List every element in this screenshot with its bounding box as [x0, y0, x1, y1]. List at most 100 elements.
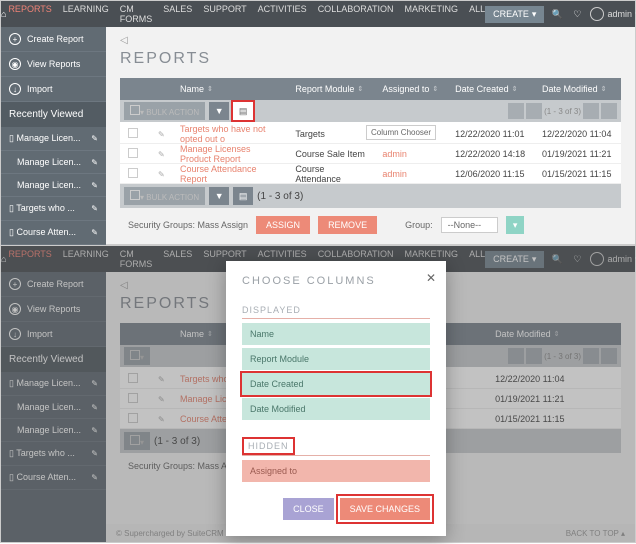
- close-icon[interactable]: ✕: [426, 271, 436, 285]
- column-item[interactable]: Date Modified: [242, 398, 430, 420]
- pencil-icon[interactable]: ✎: [91, 158, 98, 167]
- table-header: Name⇕ Report Module⇕ Assigned to⇕ Date C…: [120, 78, 621, 100]
- nav-cmforms[interactable]: CM FORMS: [120, 4, 153, 24]
- user-link[interactable]: admin: [382, 169, 407, 179]
- user-link[interactable]: admin: [382, 149, 407, 159]
- column-chooser-button[interactable]: ▤: [233, 102, 253, 120]
- column-chooser-button[interactable]: ▤: [233, 187, 253, 205]
- nav-sales[interactable]: SALES: [163, 4, 192, 24]
- bulk-action[interactable]: ▾ BULK ACTION: [124, 102, 205, 120]
- displayed-section-label: DISPLAYED: [242, 305, 430, 319]
- nav-activities[interactable]: ACTIVITIES: [258, 4, 307, 24]
- col-report-module[interactable]: Report Module⇕: [287, 84, 374, 94]
- sidebar-view-reports[interactable]: ◉View Reports: [1, 52, 106, 77]
- assign-button[interactable]: ASSIGN: [256, 216, 310, 234]
- nav-marketing[interactable]: MARKETING: [405, 4, 459, 24]
- row-checkbox[interactable]: [128, 168, 138, 178]
- main-content: ◁ REPORTS Name⇕ Report Module⇕ Assigned …: [106, 27, 635, 244]
- page-title: REPORTS: [120, 50, 621, 68]
- page-prev[interactable]: [526, 103, 542, 119]
- table-row: ✎ Course Attendance Report Course Attend…: [120, 164, 621, 184]
- user-menu[interactable]: admin▾: [590, 7, 636, 21]
- reports-table: Name⇕ Report Module⇕ Assigned to⇕ Date C…: [120, 78, 621, 208]
- pager: (1 - 3 of 3): [508, 103, 617, 119]
- row-checkbox[interactable]: [128, 148, 138, 158]
- recent-item[interactable]: ▯ Targets who ...✎: [1, 197, 106, 221]
- recent-item[interactable]: ▯ Manage Licen...✎: [1, 127, 106, 151]
- cell-dm: 01/15/2021 11:15: [534, 169, 621, 179]
- download-icon: ↓: [9, 83, 21, 95]
- column-chooser-tooltip: Column Chooser: [366, 125, 436, 140]
- nav-collaboration[interactable]: COLLABORATION: [318, 4, 394, 24]
- top-nav: REPORTS LEARNING CM FORMS SALES SUPPORT …: [6, 4, 485, 24]
- row-checkbox[interactable]: [128, 128, 138, 138]
- table-toolbar: ▾ BULK ACTION ▼ ▤ (1 - 3 of 3): [120, 100, 621, 124]
- mass-assign-label: Security Groups: Mass Assign: [128, 220, 248, 230]
- column-item[interactable]: Name: [242, 323, 430, 345]
- col-date-created[interactable]: Date Created⇕: [447, 84, 534, 94]
- plus-icon: +: [9, 33, 21, 45]
- group-dropdown-icon[interactable]: ▾: [506, 216, 524, 234]
- pencil-icon[interactable]: ✎: [91, 181, 98, 190]
- sidebar-create-report[interactable]: +Create Report: [1, 27, 106, 52]
- recent-item[interactable]: Manage Licen...✎: [1, 174, 106, 197]
- breadcrumb-toggle[interactable]: ◁: [120, 35, 621, 46]
- col-assigned-to[interactable]: Assigned to⇕: [374, 84, 447, 94]
- search-icon[interactable]: 🔍: [550, 9, 564, 20]
- filter-button[interactable]: ▼: [209, 102, 229, 120]
- cell-dc: 12/06/2020 11:15: [447, 169, 534, 179]
- cell-dm: 12/22/2020 11:04: [534, 129, 621, 139]
- bell-icon[interactable]: ♡: [570, 9, 584, 20]
- avatar: [590, 7, 604, 21]
- recent-item[interactable]: Manage Licen...✎: [1, 151, 106, 174]
- cell-rm: Course Attendance: [287, 164, 374, 184]
- nav-all[interactable]: ALL: [469, 4, 485, 24]
- pencil-icon[interactable]: ✎: [158, 170, 165, 179]
- sidebar-import[interactable]: ↓Import: [1, 77, 106, 102]
- page-first[interactable]: [508, 103, 524, 119]
- report-link[interactable]: Course Attendance Report: [180, 164, 257, 184]
- bulk-action[interactable]: ▾ BULK ACTION: [124, 187, 205, 205]
- nav-learning[interactable]: LEARNING: [63, 4, 109, 24]
- modal-title: CHOOSE COLUMNS: [242, 275, 430, 287]
- column-item[interactable]: Report Module: [242, 348, 430, 370]
- group-select[interactable]: --None--: [441, 217, 499, 233]
- column-item-date-created[interactable]: Date Created: [242, 373, 430, 395]
- screenshot-after: ⌂ REPORTS LEARNING CM FORMS SALES SUPPOR…: [0, 245, 636, 543]
- table-row: ✎ Manage Licenses Product Report Course …: [120, 144, 621, 164]
- table-footer: ▾ BULK ACTION ▼ ▤ (1 - 3 of 3): [120, 184, 621, 208]
- pencil-icon[interactable]: ✎: [91, 228, 98, 237]
- create-button[interactable]: CREATE ▾: [485, 6, 544, 23]
- mass-assign-bar: Security Groups: Mass Assign ASSIGN REMO…: [120, 208, 621, 234]
- chevron-down-icon: ▾: [532, 9, 537, 20]
- cell-rm: Targets: [287, 129, 374, 139]
- page-last[interactable]: [601, 103, 617, 119]
- screenshot-before: ⌂ REPORTS LEARNING CM FORMS SALES SUPPOR…: [0, 0, 636, 245]
- recently-viewed-header: Recently Viewed: [1, 102, 106, 127]
- remove-button[interactable]: REMOVE: [318, 216, 377, 234]
- hidden-section-label: HIDDEN: [242, 437, 295, 455]
- pencil-icon[interactable]: ✎: [158, 130, 165, 139]
- col-date-modified[interactable]: Date Modified⇕: [534, 84, 621, 94]
- pencil-icon[interactable]: ✎: [91, 204, 98, 213]
- group-label: Group:: [405, 220, 433, 230]
- sort-icon: ⇕: [207, 85, 213, 93]
- nav-support[interactable]: SUPPORT: [203, 4, 246, 24]
- close-button[interactable]: CLOSE: [283, 498, 334, 520]
- page-next[interactable]: [583, 103, 599, 119]
- nav-reports[interactable]: REPORTS: [8, 4, 51, 24]
- report-link[interactable]: Targets who have not opted out o: [180, 124, 266, 144]
- cell-dc: 12/22/2020 14:18: [447, 149, 534, 159]
- col-name[interactable]: Name⇕: [172, 84, 287, 94]
- choose-columns-modal: ✕ CHOOSE COLUMNS DISPLAYED Name Report M…: [226, 261, 446, 536]
- recent-item[interactable]: ▯ Course Atten...✎: [1, 221, 106, 245]
- pencil-icon[interactable]: ✎: [91, 134, 98, 143]
- save-changes-button[interactable]: SAVE CHANGES: [340, 498, 430, 520]
- pencil-icon[interactable]: ✎: [158, 150, 165, 159]
- eye-icon: ◉: [9, 58, 21, 70]
- report-link[interactable]: Manage Licenses Product Report: [180, 144, 251, 164]
- filter-button[interactable]: ▼: [209, 187, 229, 205]
- cell-dc: 12/22/2020 11:01: [447, 129, 534, 139]
- cell-dm: 01/19/2021 11:21: [534, 149, 621, 159]
- column-item[interactable]: Assigned to: [242, 460, 430, 482]
